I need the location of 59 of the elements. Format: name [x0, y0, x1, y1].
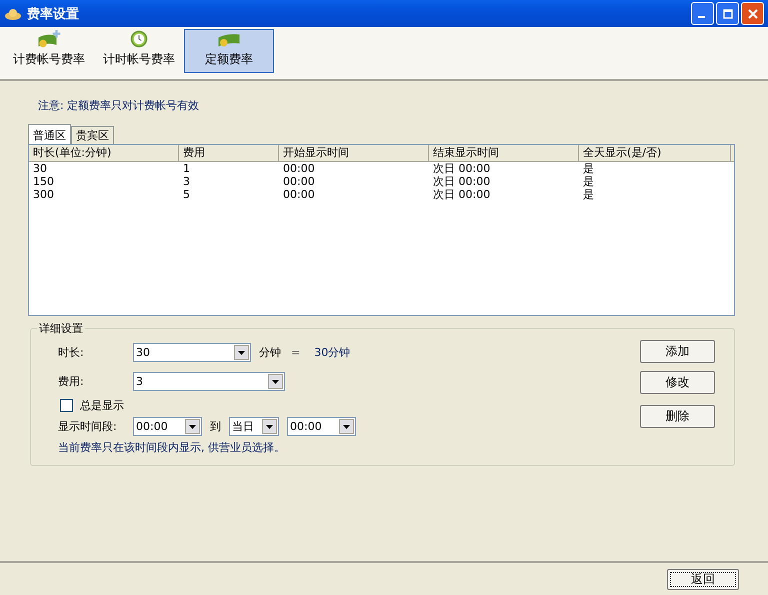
column-header[interactable]: 结束显示时间 [429, 145, 579, 161]
field-label: 时长: [58, 345, 85, 360]
table-cell: 次日 00:00 [433, 162, 490, 175]
toolbar-tab[interactable]: 计时帐号费率 [94, 29, 184, 73]
caret-icon [272, 380, 279, 384]
hint-text: 当前费率只在该时间段内显示, 供营业员选择。 [58, 440, 286, 455]
equals-sign: = [291, 346, 300, 359]
duration-dropdown[interactable]: 30 [133, 343, 251, 362]
table-cell: 300 [33, 188, 54, 201]
action-button[interactable]: 删除 [640, 405, 715, 428]
to-label: 到 [210, 419, 221, 434]
unit-label: 分钟 [259, 345, 281, 360]
toolbar-tab[interactable]: 计费帐号费率 [4, 29, 94, 73]
day-dropdown[interactable]: 当日 [229, 417, 279, 436]
close-button[interactable] [741, 2, 764, 25]
maximize-button[interactable] [716, 2, 739, 25]
caret-icon [189, 424, 196, 428]
table-cell: 次日 00:00 [433, 175, 490, 188]
table-cell: 1 [183, 162, 190, 175]
notice-text: 注意: 定额费率只对计费帐号有效 [38, 98, 200, 113]
table-cell: 是 [583, 162, 594, 175]
column-header[interactable]: 时长(单位:分钟) [29, 145, 179, 161]
maximize-icon [722, 8, 732, 18]
column-header[interactable]: 开始显示时间 [279, 145, 429, 161]
duration-result: 30分钟 [314, 345, 350, 360]
table-cell: 00:00 [283, 162, 315, 175]
table-cell: 150 [33, 175, 54, 188]
group-title: 详细设置 [37, 321, 85, 336]
tab[interactable]: 贵宾区 [71, 126, 114, 144]
caret-icon [343, 424, 350, 428]
table-cell: 3 [183, 175, 190, 188]
action-button[interactable]: 添加 [640, 340, 715, 363]
table-cell: 次日 00:00 [433, 188, 490, 201]
table-cell: 30 [33, 162, 47, 175]
close-icon [748, 8, 758, 18]
back-button[interactable]: 返回 [667, 568, 739, 590]
table-cell: 是 [583, 175, 594, 188]
action-button[interactable]: 修改 [640, 371, 715, 394]
table-cell: 00:00 [283, 188, 315, 201]
window-title: 费率设置 [27, 6, 79, 22]
column-header[interactable]: 全天显示(是/否) [579, 145, 731, 161]
column-header[interactable]: 费用 [179, 145, 279, 161]
minimize-icon [698, 16, 705, 18]
fee-dropdown[interactable]: 3 [133, 372, 285, 391]
caret-icon [238, 350, 245, 354]
caret-icon [266, 424, 273, 428]
table-cell: 00:00 [283, 175, 315, 188]
app-icon [4, 6, 22, 20]
minimize-button[interactable] [691, 2, 714, 25]
table-cell: 5 [183, 188, 190, 201]
checkbox-label[interactable]: 总是显示 [80, 398, 124, 413]
tab[interactable]: 普通区 [28, 124, 71, 144]
start-time-dropdown[interactable]: 00:00 [133, 417, 202, 436]
end-time-dropdown[interactable]: 00:00 [287, 417, 356, 436]
field-label: 显示时间段: [58, 419, 118, 434]
field-label: 费用: [58, 374, 85, 389]
table-cell: 是 [583, 188, 594, 201]
toolbar-tab[interactable]: 定额费率 [184, 29, 274, 73]
checkbox[interactable] [60, 399, 73, 412]
